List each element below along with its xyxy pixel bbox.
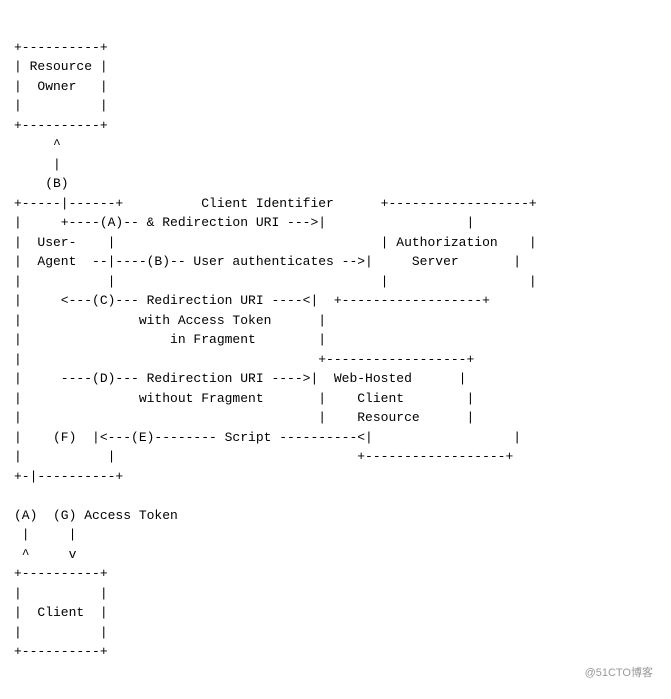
diagram-content: +----------+ | Resource | | Owner | | | … — [14, 40, 537, 660]
diagram: +----------+ | Resource | | Owner | | | … — [10, 10, 661, 689]
watermark: @51CTO博客 — [585, 665, 653, 682]
